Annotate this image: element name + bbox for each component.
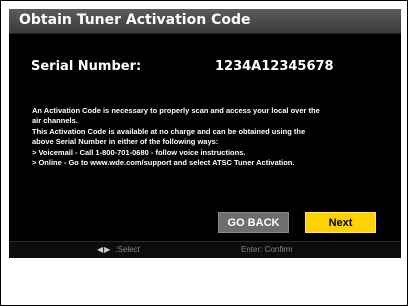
dialog-title: Obtain Tuner Activation Code [19, 12, 251, 28]
screen-frame: Obtain Tuner Activation Code Serial Numb… [0, 0, 408, 306]
go-back-button[interactable]: GO BACK [218, 212, 289, 233]
online-instruction: > Online - Go to www.wde.com/support and… [32, 158, 295, 168]
dialog-footer [9, 241, 401, 258]
confirm-hint: Enter: Confirm [241, 245, 293, 254]
instructions-line: An Activation Code is necessary to prope… [32, 106, 320, 115]
instructions-text: An Activation Code is necessary to prope… [32, 106, 404, 168]
instructions-line: This Activation Code is available at no … [32, 126, 306, 136]
next-button[interactable]: Next [305, 212, 376, 233]
select-hint-label: :Select [115, 245, 140, 254]
instructions-line: air channels. [32, 116, 78, 126]
left-right-arrows-icon: ◀▶ [97, 245, 112, 254]
select-hint: ◀▶:Select [97, 245, 140, 254]
activation-dialog: Obtain Tuner Activation Code Serial Numb… [9, 9, 404, 258]
instructions-line: above Serial Number in either of the fol… [32, 137, 219, 147]
serial-number-value: 1234A12345678 [215, 59, 334, 74]
serial-number-label: Serial Number: [31, 59, 142, 74]
voicemail-instruction: > Voicemail - Call 1-800-701-0680 - foll… [32, 147, 246, 157]
dialog-title-bar: Obtain Tuner Activation Code [9, 9, 401, 34]
